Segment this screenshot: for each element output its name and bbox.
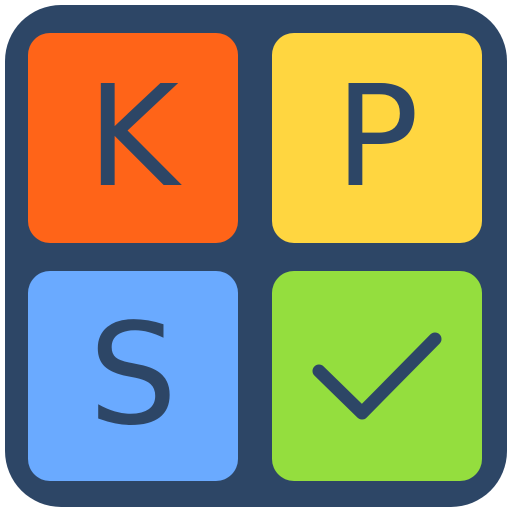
check-icon [307, 321, 447, 431]
tile-s: S [28, 271, 238, 481]
tile-k: K [28, 33, 238, 243]
app-icon: K P S [5, 5, 507, 507]
letter-s: S [88, 294, 178, 457]
letter-p: P [334, 56, 420, 219]
letter-k: K [87, 56, 179, 219]
tile-check [272, 271, 482, 481]
tile-p: P [272, 33, 482, 243]
